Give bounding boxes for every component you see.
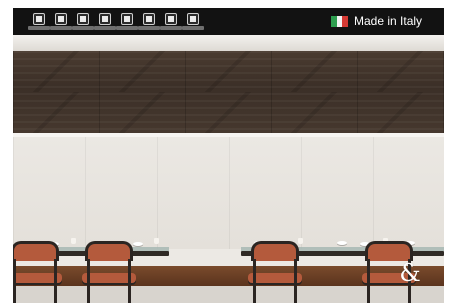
catalog-icon[interactable]: [28, 12, 50, 31]
glass: [71, 238, 76, 244]
chair: [82, 241, 136, 303]
plate: [337, 241, 347, 245]
chair: [248, 241, 302, 303]
grid-icon[interactable]: [50, 12, 72, 31]
restaurant-scene-image: [13, 35, 444, 303]
wood-wall-panel: [13, 51, 444, 133]
chair: [13, 241, 62, 303]
layout-icon[interactable]: [138, 12, 160, 31]
made-in-italy-label: Made in Italy: [354, 14, 423, 28]
bucket-icon[interactable]: [94, 12, 116, 31]
ampersand-logo: &: [399, 259, 421, 287]
camera-icon[interactable]: [160, 12, 182, 31]
plate: [133, 242, 143, 246]
white-wall: [13, 137, 444, 249]
ceiling: [13, 35, 444, 51]
product-hero-frame: Made in Italy &: [13, 8, 444, 303]
info-icon[interactable]: [182, 12, 204, 31]
document-icon[interactable]: [72, 12, 94, 31]
image-icon[interactable]: [116, 12, 138, 31]
top-toolbar: Made in Italy: [13, 8, 444, 35]
italy-flag-icon: [331, 16, 349, 27]
glass: [154, 238, 159, 244]
